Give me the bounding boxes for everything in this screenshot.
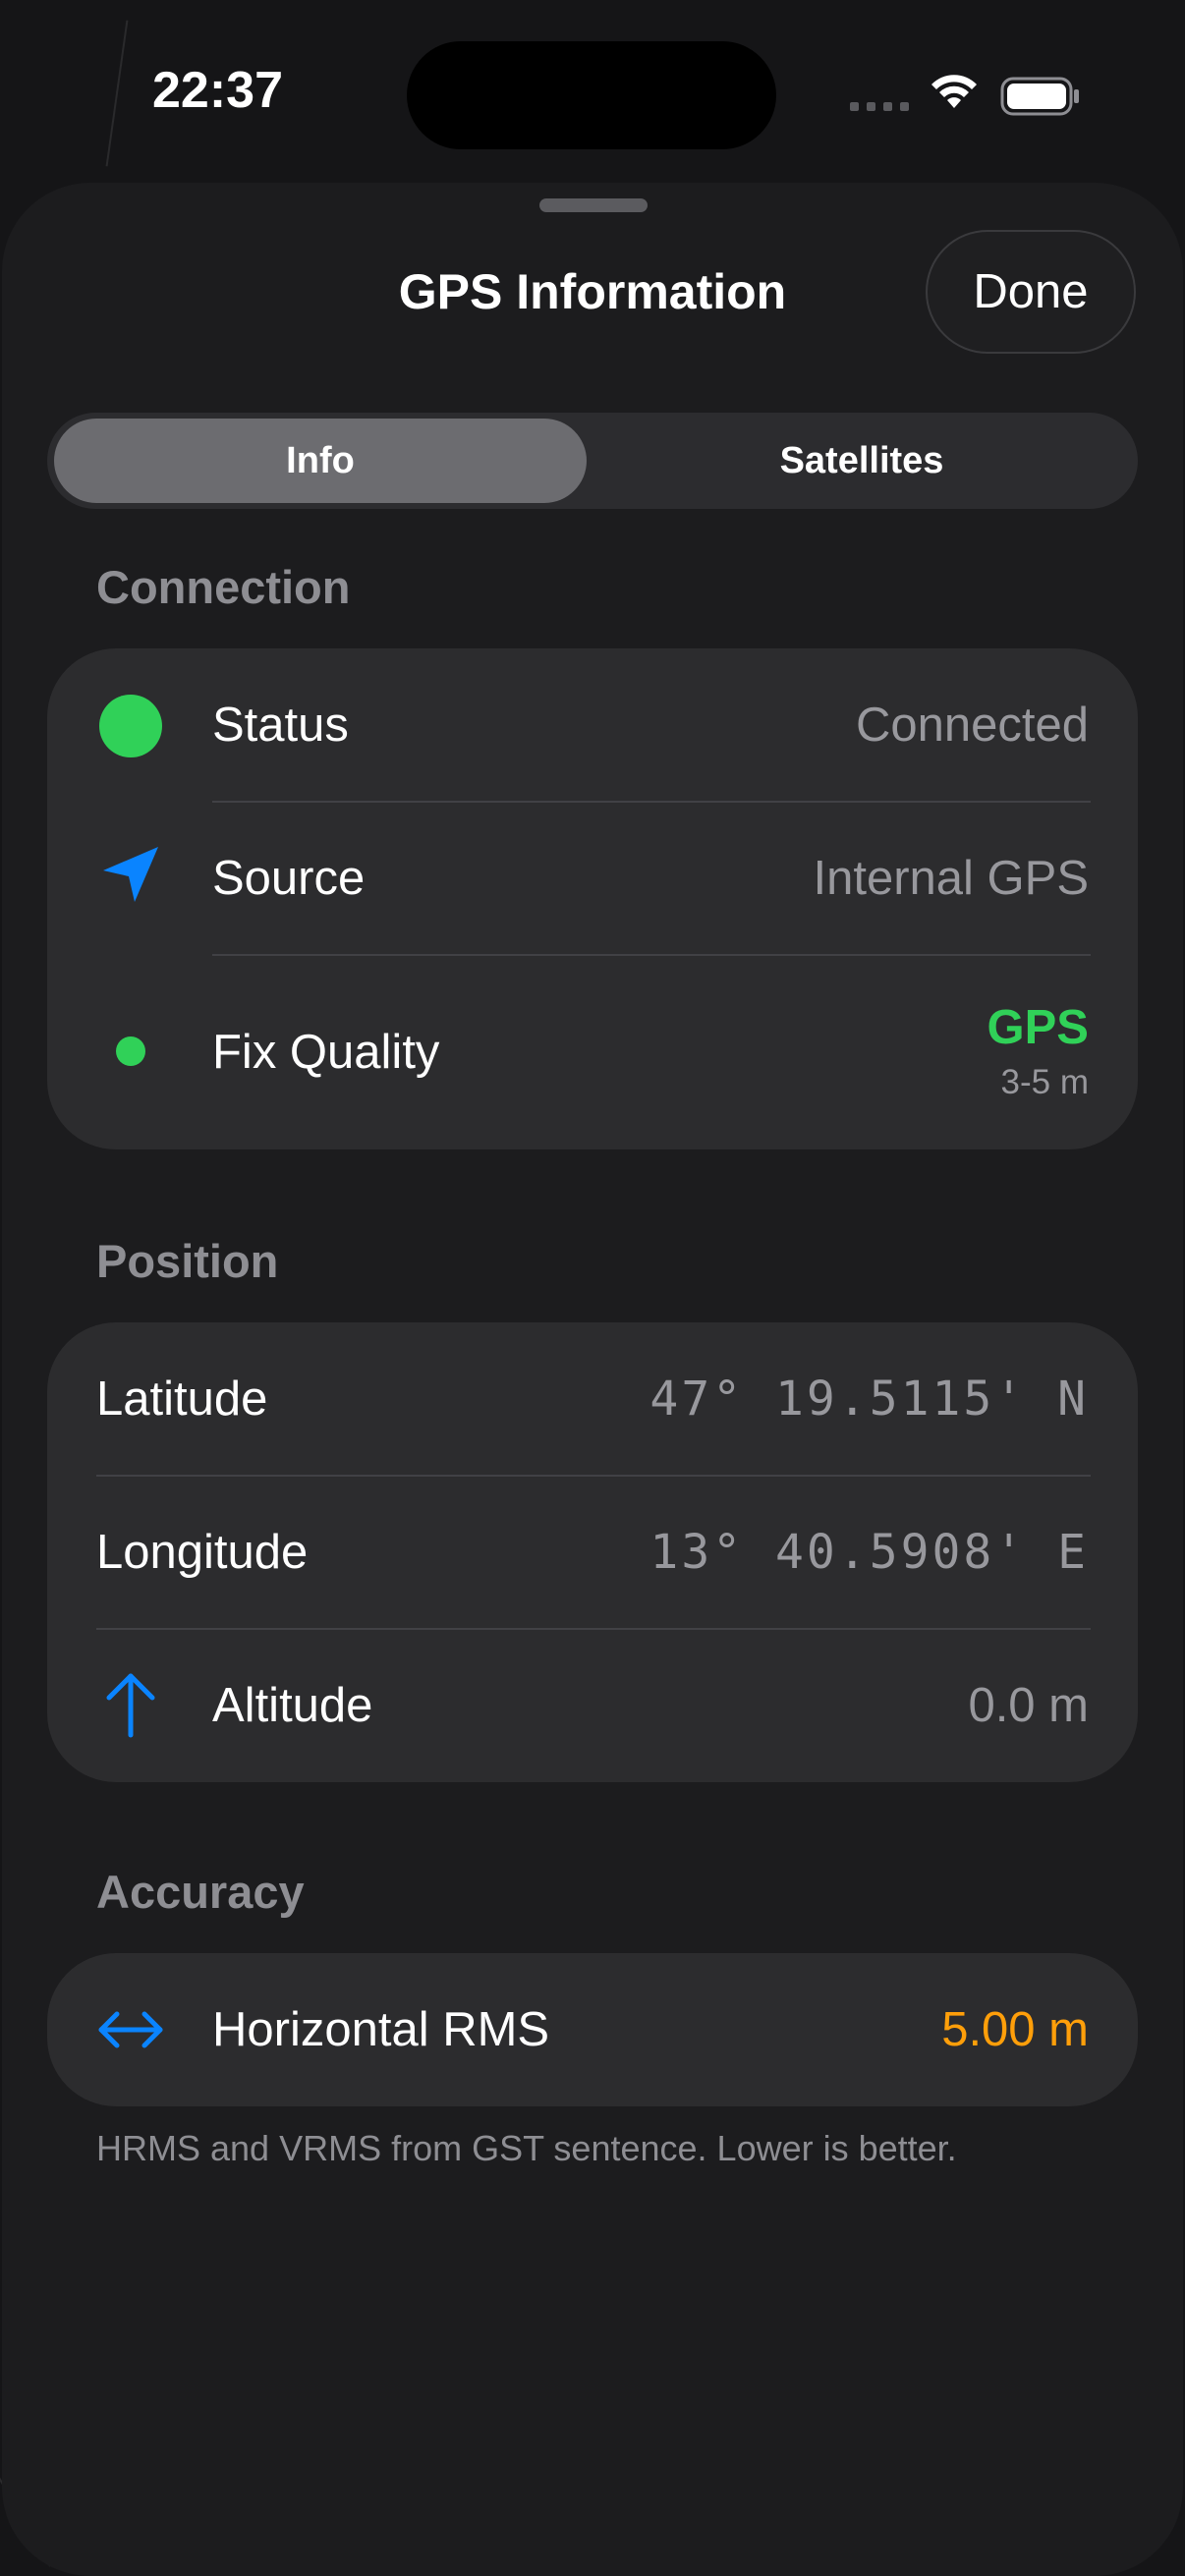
section-header-accuracy: Accuracy — [96, 1866, 305, 1918]
cellular-signal-icon — [850, 102, 909, 111]
sheet-grabber[interactable] — [539, 198, 648, 212]
tab-satellites[interactable]: Satellites — [595, 419, 1128, 503]
row-status: Status Connected — [47, 648, 1138, 802]
horizontal-arrows-icon — [96, 2006, 165, 2053]
horizontal-rms-value: 5.00 m — [941, 2003, 1089, 2056]
row-fix-quality: Fix Quality GPS 3-5 m — [47, 955, 1138, 1149]
fix-quality-label: Fix Quality — [212, 1026, 440, 1079]
status-label: Status — [212, 699, 349, 752]
row-altitude: Altitude 0.0 m — [47, 1629, 1138, 1782]
fix-quality-value: GPS — [987, 1001, 1089, 1054]
section-header-position: Position — [96, 1235, 279, 1287]
position-card: Latitude 47° 19.5115' N Longitude 13° 40… — [47, 1322, 1138, 1782]
section-header-connection: Connection — [96, 561, 351, 613]
row-horizontal-rms: Horizontal RMS 5.00 m — [47, 1953, 1138, 2106]
status-time: 22:37 — [152, 62, 283, 119]
fix-quality-accuracy: 3-5 m — [1000, 1063, 1089, 1101]
longitude-value: 13° 40.5908' E — [649, 1525, 1089, 1580]
row-latitude: Latitude 47° 19.5115' N — [47, 1322, 1138, 1476]
arrow-up-icon — [96, 1672, 165, 1739]
latitude-label: Latitude — [96, 1372, 268, 1426]
source-label: Source — [212, 852, 366, 905]
latitude-value: 47° 19.5115' N — [649, 1372, 1089, 1427]
battery-icon — [1000, 77, 1081, 121]
fix-quality-value-group: GPS 3-5 m — [988, 1000, 1089, 1104]
connection-card: Status Connected Source Internal GPS Fix… — [47, 648, 1138, 1149]
location-arrow-icon — [96, 843, 165, 906]
status-bar: 22:37 — [0, 0, 1185, 187]
altitude-value: 0.0 m — [968, 1679, 1089, 1732]
row-longitude: Longitude 13° 40.5908' E — [47, 1476, 1138, 1629]
dynamic-island — [407, 41, 776, 149]
gps-info-sheet: GPS Information Done Info Satellites Con… — [2, 183, 1183, 2576]
accuracy-footnote: HRMS and VRMS from GST sentence. Lower i… — [96, 2128, 957, 2168]
horizontal-rms-label: Horizontal RMS — [212, 2003, 550, 2056]
accuracy-card: Horizontal RMS 5.00 m — [47, 1953, 1138, 2106]
row-source: Source Internal GPS — [47, 802, 1138, 955]
source-value: Internal GPS — [813, 852, 1089, 905]
status-green-circle-icon — [96, 694, 165, 758]
screen: 22:37 GPS Information Done Info Satellit… — [0, 0, 1185, 2576]
status-value: Connected — [855, 699, 1089, 752]
wifi-icon — [929, 71, 980, 115]
tab-info[interactable]: Info — [54, 419, 587, 503]
longitude-label: Longitude — [96, 1526, 309, 1579]
done-button[interactable]: Done — [926, 230, 1136, 354]
segmented-control: Info Satellites — [47, 413, 1138, 509]
fix-quality-green-dot-icon — [96, 1036, 165, 1067]
altitude-label: Altitude — [212, 1679, 373, 1732]
